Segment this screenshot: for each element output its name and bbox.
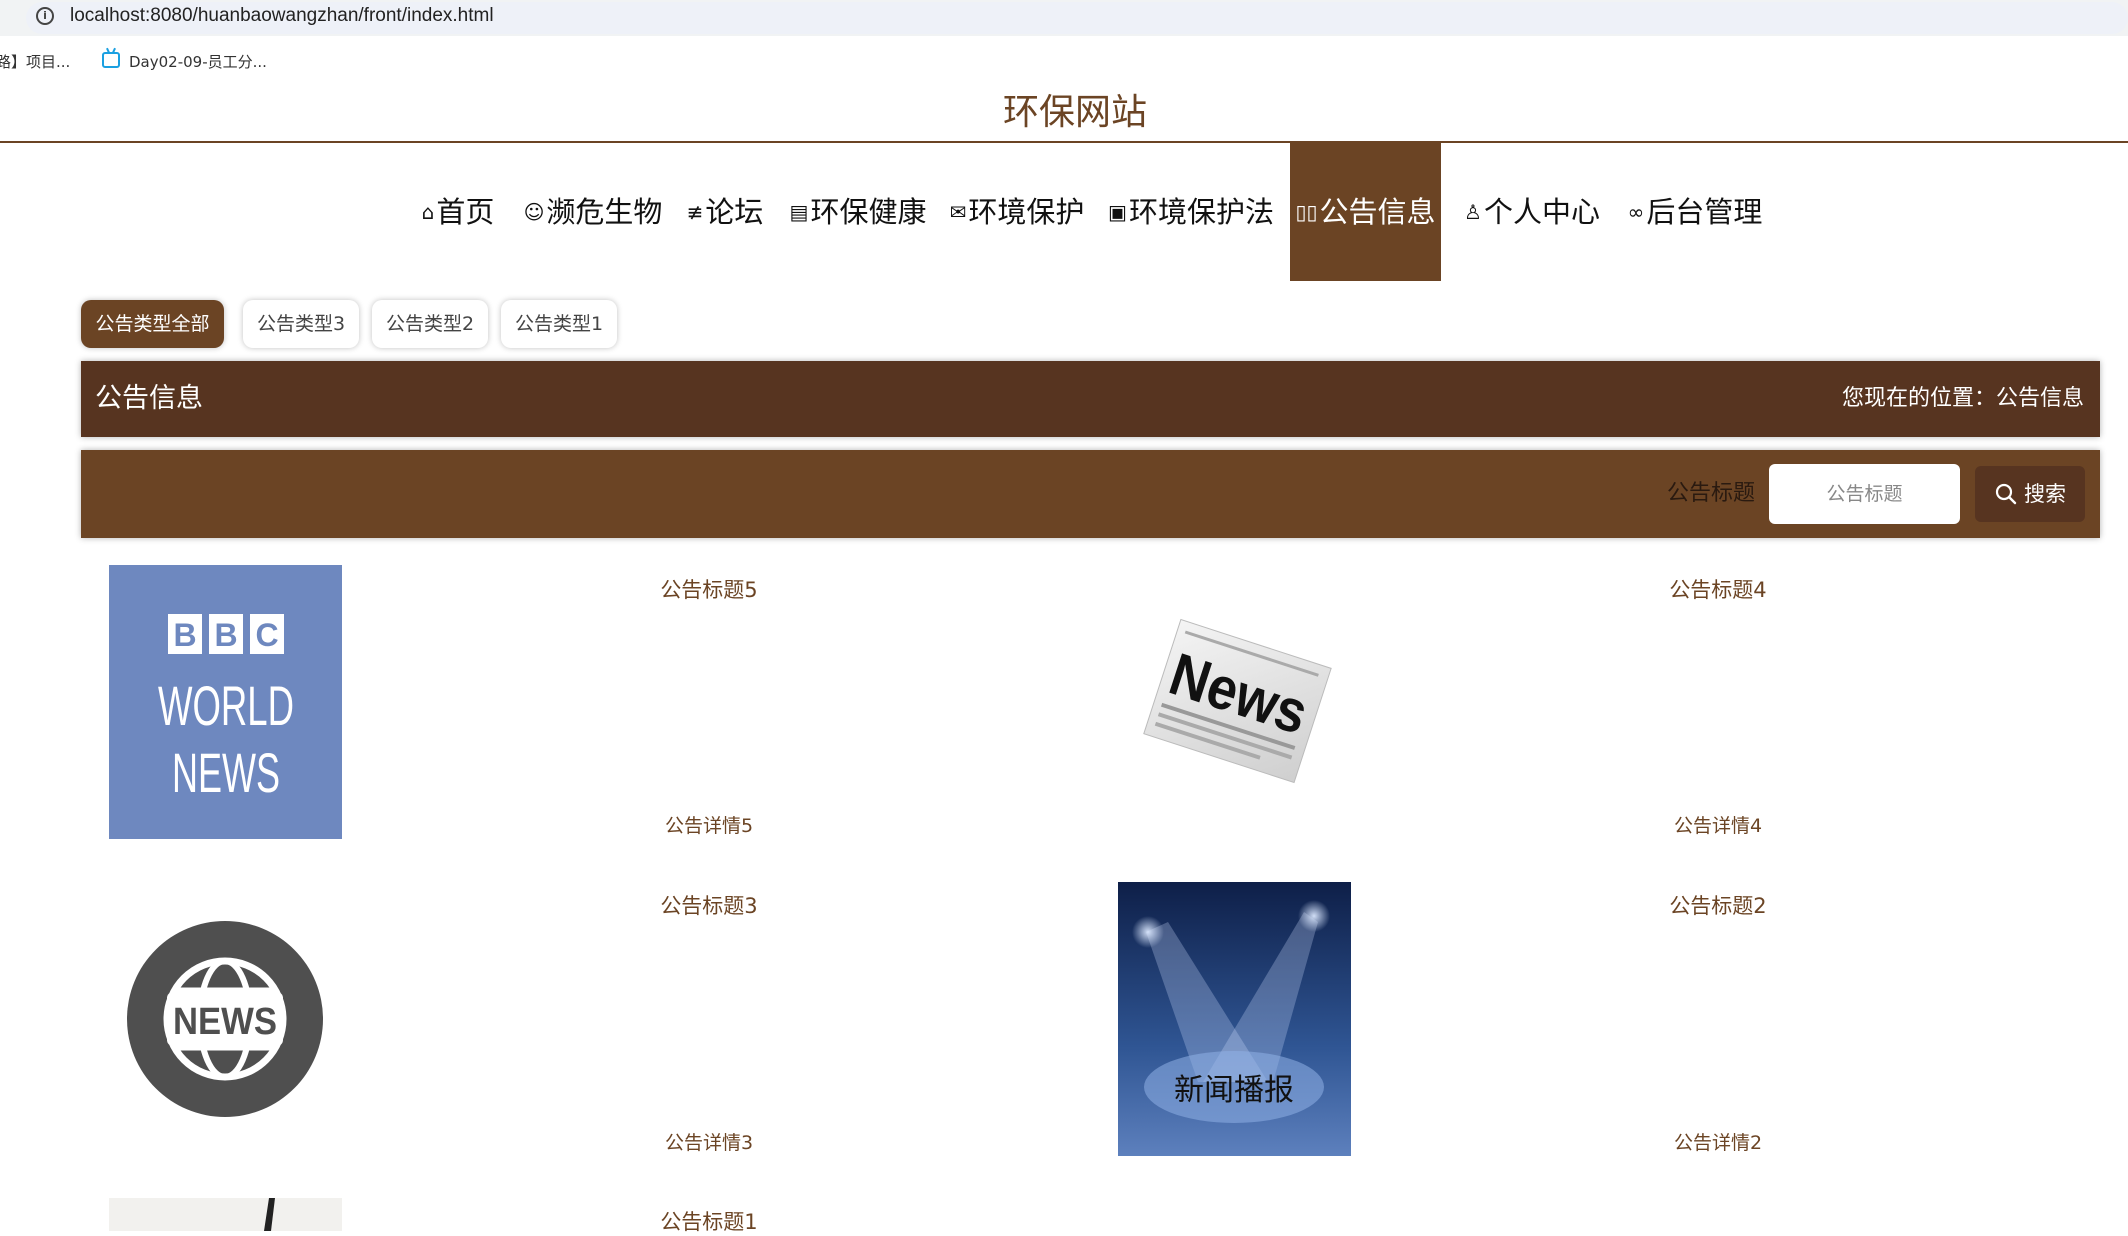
nav-item-environment[interactable]: ✉ 环境保护: [949, 143, 1085, 281]
nav-label: 环境保护法: [1128, 195, 1274, 229]
notice-title[interactable]: 公告标题5: [660, 576, 757, 604]
tab-type-2[interactable]: 公告类型2: [372, 300, 488, 348]
browser-url-bar: i localhost:8080/huanbaowangzhan/front/i…: [0, 0, 2128, 36]
section-title: 公告信息: [95, 383, 203, 414]
mail-icon: ✉: [949, 200, 967, 224]
search-input[interactable]: [1769, 464, 1960, 524]
nav-item-notices[interactable]: ▯▯ 公告信息: [1290, 143, 1441, 281]
search-button-label: 搜索: [2024, 482, 2066, 506]
sliders-icon: ≢: [686, 200, 704, 224]
notice-title[interactable]: 公告标题2: [1669, 892, 1766, 920]
section-banner: 公告信息 您现在的位置：公告信息: [81, 361, 2100, 437]
breadcrumb: 您现在的位置：公告信息: [1841, 386, 2084, 411]
bookmark-item[interactable]: 路】项目...: [0, 52, 70, 72]
notice-thumbnail[interactable]: News: [1118, 565, 1351, 839]
home-icon: ⌂: [421, 200, 435, 224]
tab-type-1[interactable]: 公告类型1: [501, 300, 617, 348]
notice-detail: 公告详情2: [1673, 1132, 1763, 1154]
partial-image: [264, 1198, 275, 1231]
bookmark-item[interactable]: Day02-09-员工分...: [129, 52, 267, 72]
nav-item-forum[interactable]: ≢ 论坛: [684, 143, 766, 281]
search-button[interactable]: 搜索: [1975, 466, 2085, 522]
site-title: 环保网站: [1002, 92, 1147, 133]
notice-thumbnail[interactable]: [109, 1198, 342, 1231]
svg-text:WORLD: WORLD: [158, 674, 294, 737]
nav-item-admin[interactable]: ∞ 后台管理: [1623, 143, 1767, 281]
notice-title[interactable]: 公告标题1: [660, 1208, 757, 1236]
nav-item-profile[interactable]: ♙ 个人中心: [1464, 143, 1600, 281]
search-icon: [1995, 483, 2017, 505]
news-broadcast-image: 新闻播报: [1118, 882, 1351, 1156]
site-info-icon[interactable]: i: [36, 7, 54, 25]
bilibili-icon: [102, 52, 120, 68]
smile-icon: ☺: [523, 200, 545, 224]
nav-label: 环保健康: [810, 195, 927, 229]
notice-title[interactable]: 公告标题4: [1669, 576, 1766, 604]
svg-text:B: B: [173, 617, 196, 653]
link-icon: ∞: [1627, 200, 1645, 224]
tab-all[interactable]: 公告类型全部: [81, 300, 224, 348]
notice-detail: 公告详情3: [664, 1132, 754, 1154]
notice-thumbnail[interactable]: NEWS: [109, 882, 342, 1156]
bookmarks-bar: 路】项目... Day02-09-员工分...: [0, 36, 2128, 88]
nav-label: 后台管理: [1646, 195, 1763, 229]
nav-label: 公告信息: [1319, 195, 1436, 229]
clipboard-icon: ▤: [789, 200, 809, 224]
search-label: 公告标题: [1667, 481, 1756, 506]
newspaper-image: News: [1143, 618, 1332, 784]
notice-detail: 公告详情5: [664, 815, 754, 837]
nav-label: 个人中心: [1483, 195, 1600, 229]
bbc-world-news-image: B B C WORLD NEWS: [158, 614, 294, 804]
book-icon: ▯▯: [1295, 200, 1318, 224]
nav-label: 环境保护: [968, 195, 1085, 229]
notice-detail: 公告详情4: [1673, 815, 1763, 837]
notice-type-tabs: 公告类型全部 公告类型3 公告类型2 公告类型1: [0, 300, 2128, 350]
notice-thumbnail[interactable]: B B C WORLD NEWS: [109, 565, 342, 839]
svg-text:C: C: [255, 617, 278, 653]
grid-icon: ▣: [1108, 200, 1127, 224]
nav-item-endangered[interactable]: ☺ 濒危生物: [523, 143, 663, 281]
nav-item-law[interactable]: ▣ 环境保护法: [1108, 143, 1274, 281]
svg-text:NEWS: NEWS: [173, 1001, 277, 1043]
notice-thumbnail[interactable]: 新闻播报: [1118, 882, 1351, 1156]
notice-title[interactable]: 公告标题3: [660, 892, 757, 920]
nav-label: 濒危生物: [546, 195, 663, 229]
nav-label: 论坛: [705, 195, 764, 229]
svg-text:NEWS: NEWS: [172, 741, 280, 804]
svg-text:B: B: [214, 617, 237, 653]
url-text[interactable]: localhost:8080/huanbaowangzhan/front/ind…: [70, 4, 494, 28]
nav-label: 首页: [436, 195, 495, 229]
svg-text:新闻播报: 新闻播报: [1174, 1073, 1294, 1108]
tab-type-3[interactable]: 公告类型3: [243, 300, 359, 348]
user-icon: ♙: [1464, 200, 1482, 224]
nav-item-home[interactable]: ⌂ 首页: [413, 143, 503, 281]
main-nav: ⌂ 首页 ☺ 濒危生物 ≢ 论坛 ▤ 环保健康 ✉ 环境保护 ▣ 环境保护法 ▯▯ 公告信息 …: [0, 143, 2128, 281]
news-globe-image: NEWS: [127, 921, 323, 1117]
search-bar: 公告标题 搜索: [81, 450, 2100, 538]
nav-item-health[interactable]: ▤ 环保健康: [788, 143, 928, 281]
